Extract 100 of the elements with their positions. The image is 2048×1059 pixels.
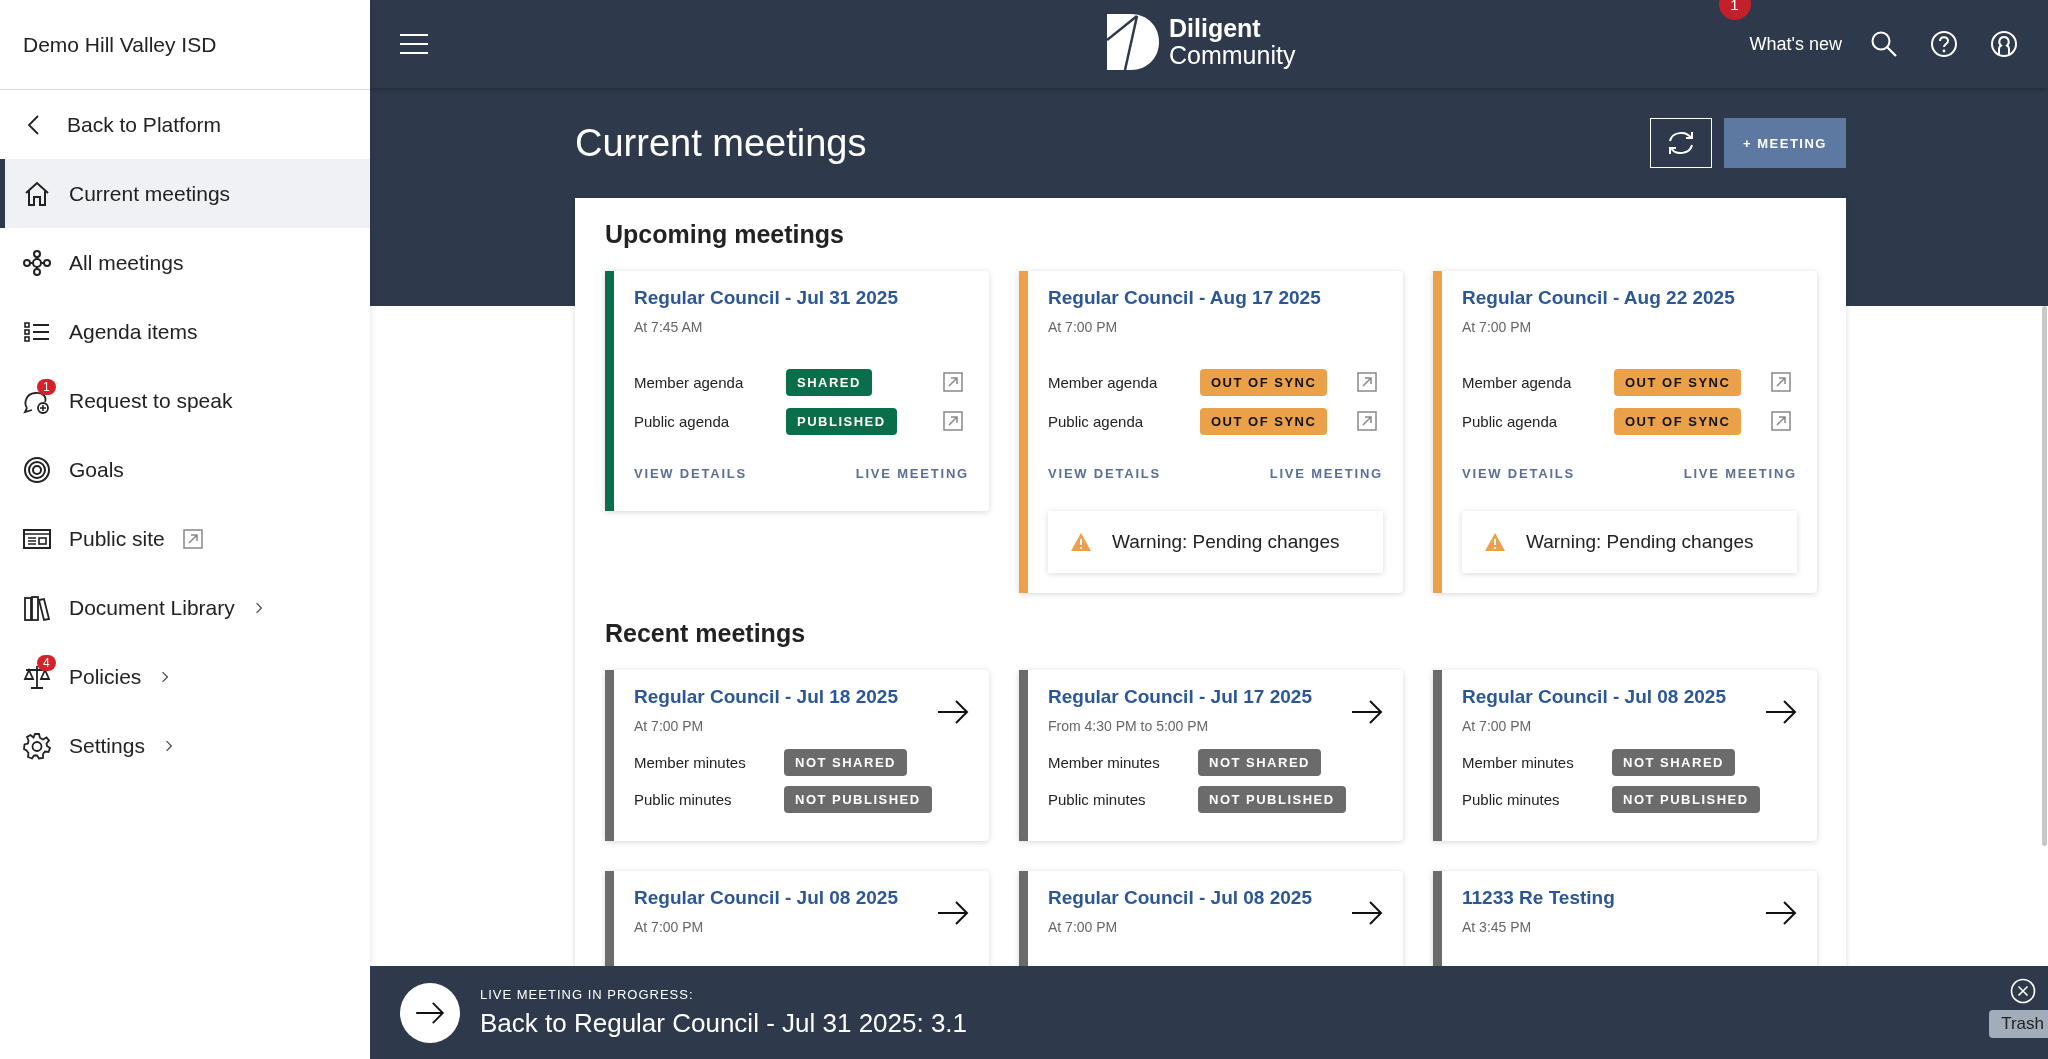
notification-badge: 1 [1718,0,1751,20]
meeting-title-link[interactable]: Regular Council - Aug 17 2025 [1048,287,1383,309]
arrow-right-icon[interactable] [1765,901,1797,925]
document-label: Member minutes [1048,753,1161,771]
warning-icon [1484,532,1506,552]
view-details-link[interactable]: VIEW DETAILS [1048,466,1162,481]
document-label: Member agenda [634,373,745,391]
meeting-time: From 4:30 PM to 5:00 PM [1048,718,1210,734]
status-badge: SHARED [786,368,872,396]
meeting-title-link[interactable]: Regular Council - Jul 08 2025 [1048,887,1312,909]
document-label: Public agenda [1462,412,1559,430]
arrow-right-icon[interactable] [1351,901,1383,925]
target-icon [23,455,51,484]
document-label: Public minutes [634,790,733,808]
status-badge: NOT PUBLISHED [784,785,932,813]
external-link-icon[interactable] [1771,411,1791,431]
arrow-right-icon[interactable] [937,901,969,925]
meeting-title-link[interactable]: Regular Council - Jul 18 2025 [634,686,898,708]
nav-item[interactable]: Settings [0,711,370,780]
live-meeting-link[interactable]: LIVE MEETING [855,466,969,481]
page-title: Current meetings [575,121,867,165]
status-badge: NOT SHARED [784,748,907,776]
meeting-time: At 7:00 PM [634,919,705,935]
meeting-title-link[interactable]: Regular Council - Aug 22 2025 [1462,287,1797,309]
status-badge: NOT SHARED [1612,748,1735,776]
meeting-time: At 7:00 PM [634,718,705,734]
document-label: Public minutes [1462,790,1561,808]
meeting-time: At 7:00 PM [1462,319,1533,335]
tooltip: Trash [1989,1010,2048,1038]
live-meeting-link[interactable]: LIVE MEETING [1683,466,1797,481]
status-badge: OUT OF SYNC [1614,368,1742,396]
settings-icon [23,731,51,760]
meeting-title-link[interactable]: Regular Council - Jul 31 2025 [634,287,969,309]
close-icon[interactable] [2010,978,2036,1004]
external-link-icon[interactable] [1357,372,1377,392]
nav-item[interactable]: 4 Policies [0,642,370,711]
search-icon[interactable] [1870,30,1898,58]
meeting-title-link[interactable]: 11233 Re Testing [1462,887,1615,909]
section-heading: Upcoming meetings [605,220,845,249]
warning-text: Warning: Pending changes [1526,531,1754,553]
live-meeting-link[interactable]: LIVE MEETING [1269,466,1383,481]
banner-title-link[interactable]: Back to Regular Council - Jul 31 2025: 3.1 [480,1007,968,1039]
menu-icon[interactable] [400,33,428,55]
document-label: Public agenda [634,412,731,430]
status-badge: PUBLISHED [786,407,897,435]
nav-item[interactable]: Public site [0,504,370,573]
arrow-right-icon[interactable] [1765,700,1797,724]
external-link-icon[interactable] [943,372,963,392]
meeting-title-link[interactable]: Regular Council - Jul 08 2025 [634,887,898,909]
external-link-icon[interactable] [1357,411,1377,431]
nav-item[interactable]: Document Library [0,573,370,642]
notification-badge: 1 [37,378,56,395]
refresh-button[interactable] [1650,118,1712,168]
document-label: Member minutes [1462,753,1575,771]
books-icon [23,593,51,622]
logo-text: Diligent Community [1169,15,1296,69]
meeting-title-link[interactable]: Regular Council - Jul 17 2025 [1048,686,1312,708]
view-details-link[interactable]: VIEW DETAILS [634,466,748,481]
network-icon [23,248,51,277]
section-heading: Recent meetings [605,619,807,648]
status-badge: NOT PUBLISHED [1612,785,1760,813]
logo-icon [1107,14,1159,70]
arrow-right-icon[interactable] [1351,700,1383,724]
document-label: Member minutes [634,753,747,771]
document-label: Public agenda [1048,412,1145,430]
back-link[interactable]: Back to Platform [0,90,370,159]
new-meeting-button[interactable]: + MEETING [1724,118,1846,168]
external-link-icon[interactable] [1771,372,1791,392]
arrow-right-icon [415,1001,445,1024]
meeting-time: At 7:00 PM [1048,319,1119,335]
status-badge: OUT OF SYNC [1200,407,1328,435]
nav-item[interactable]: 1 Request to speak [0,366,370,435]
document-label: Public minutes [1048,790,1147,808]
meeting-time: At 7:45 AM [634,319,704,335]
home-icon [23,179,51,208]
warning-text: Warning: Pending changes [1112,531,1340,553]
status-badge: OUT OF SYNC [1614,407,1742,435]
whats-new-link[interactable]: What's new [1749,33,1842,55]
external-link-icon[interactable] [943,411,963,431]
nav-item[interactable]: Current meetings [0,159,370,228]
meeting-time: At 3:45 PM [1462,919,1533,935]
nav-item[interactable]: Agenda items [0,297,370,366]
help-icon[interactable] [1930,30,1958,58]
user-icon[interactable] [1990,30,2018,58]
document-label: Member agenda [1048,373,1159,391]
nav-item[interactable]: All meetings [0,228,370,297]
nav-item[interactable]: Goals [0,435,370,504]
notification-badge: 4 [37,654,56,671]
view-details-link[interactable]: VIEW DETAILS [1462,466,1576,481]
meeting-time: At 7:00 PM [1462,718,1533,734]
arrow-right-icon[interactable] [937,700,969,724]
meeting-title-link[interactable]: Regular Council - Jul 08 2025 [1462,686,1726,708]
status-badge: OUT OF SYNC [1200,368,1328,396]
status-badge: NOT PUBLISHED [1198,785,1346,813]
meeting-time: At 7:00 PM [1048,919,1119,935]
document-label: Member agenda [1462,373,1573,391]
warning-icon [1070,532,1092,552]
scrollbar[interactable] [2042,306,2047,846]
banner-label: LIVE MEETING IN PROGRESS: [480,986,695,1002]
status-badge: NOT SHARED [1198,748,1321,776]
